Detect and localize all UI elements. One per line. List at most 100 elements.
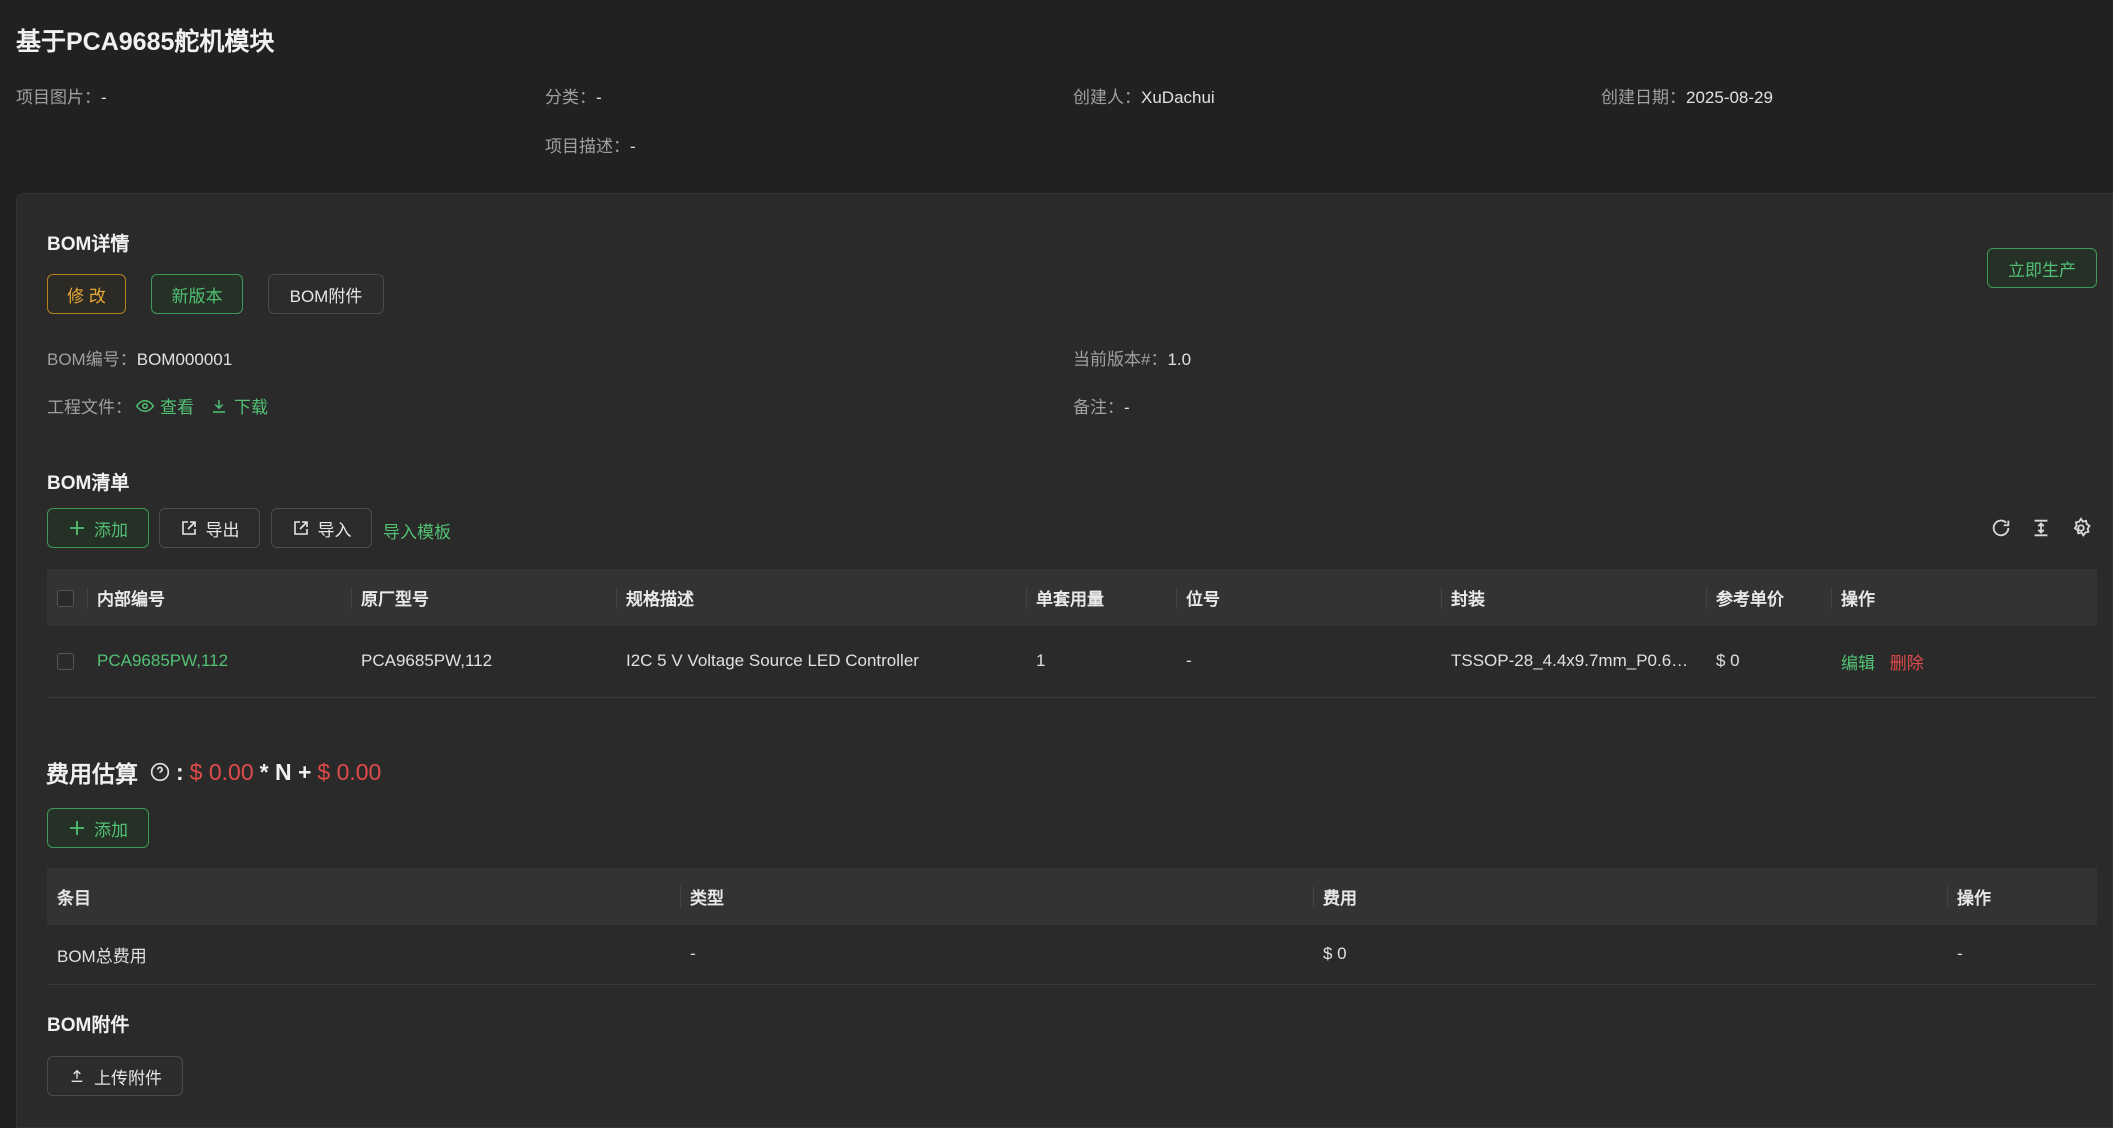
plus-icon [68,519,86,537]
fee-table: 条目 类型 费用 操作 BOM总费用 - $ 0 - [47,868,2097,985]
bom-list-table: 内部编号 原厂型号 规格描述 单套用量 位号 封装 参考单价 操作 PCA968… [47,569,2097,698]
project-desc-field: 项目描述：- [545,132,636,157]
new-version-button[interactable]: 新版本 [151,274,243,314]
select-all-cell [47,569,87,626]
project-files-label: 工程文件： [47,398,132,417]
upload-label: 上传附件 [94,1068,162,1088]
help-icon[interactable] [150,762,170,782]
col-qty: 单套用量 [1026,569,1176,626]
import-button[interactable]: 导入 [271,508,372,548]
fixed-cost-value: $ 0.00 [317,758,382,785]
bom-code-label: BOM编号： [47,350,137,369]
times-n-label: * N + [259,758,312,785]
created-date-value: 2025-08-29 [1686,88,1773,107]
price-cell: $ 0 [1706,626,1831,698]
eye-icon [136,399,154,412]
page-title: 基于PCA9685舵机模块 [16,28,275,56]
edit-button[interactable]: 修 改 [47,274,126,314]
remark-field: 备注：- [1073,393,1130,418]
col-item: 条目 [47,868,680,925]
add-fee-label: 添加 [94,820,128,840]
col-package: 封装 [1441,569,1706,626]
download-file-link[interactable]: 下载 [210,393,268,418]
refresh-icon[interactable] [1990,517,2012,539]
project-image-label: 项目图片： [16,88,101,107]
version-value: 1.0 [1167,350,1192,369]
fee-estimate-title: 费用估算 : $ 0.00 * N + $ 0.00 [46,755,381,789]
select-all-checkbox[interactable] [57,589,74,607]
created-date-label: 创建日期： [1601,88,1686,107]
creator-value: XuDachui [1141,88,1215,107]
col-cost: 费用 [1313,868,1947,925]
fee-colon: : [176,758,184,785]
bom-code-value: BOM000001 [136,350,233,369]
export-label: 导出 [205,520,240,540]
table-row: PCA9685PW,112 PCA9685PW,112 I2C 5 V Volt… [47,626,2097,698]
bom-list-title: BOM清单 [47,473,130,494]
package-cell: TSSOP-28_4.4x9.7mm_P0.65mm [1441,626,1706,698]
export-icon [180,519,198,537]
col-spec: 规格描述 [616,569,1026,626]
creator-field: 创建人：XuDachui [1073,83,1215,108]
view-file-link[interactable]: 查看 [136,393,194,418]
col-actions: 操作 [1831,569,2097,626]
col-mfr-part: 原厂型号 [351,569,616,626]
project-desc-value: - [630,137,636,156]
table-row: BOM总费用 - $ 0 - [47,925,2097,985]
project-image-field: 项目图片：- [16,83,107,108]
add-label: 添加 [94,520,128,540]
ref-cell: - [1176,626,1441,698]
upload-attachment-button[interactable]: 上传附件 [47,1056,183,1096]
mfr-part-cell: PCA9685PW,112 [351,626,616,698]
fee-header-row: 条目 类型 费用 操作 [47,868,2097,925]
fee-title-label: 费用估算 [46,761,138,787]
fee-op-cell: - [1947,925,2097,985]
download-icon [213,399,225,413]
bom-attachment-button[interactable]: BOM附件 [268,274,384,314]
fee-type-cell: - [680,925,1313,985]
add-bom-item-button[interactable]: 添加 [47,508,149,548]
row-checkbox[interactable] [57,653,74,671]
settings-icon[interactable] [2070,517,2092,539]
qty-cell: 1 [1026,626,1176,698]
import-icon [292,519,310,537]
table-header-row: 内部编号 原厂型号 规格描述 单套用量 位号 封装 参考单价 操作 [47,569,2097,626]
import-label: 导入 [317,520,352,540]
view-label: 查看 [160,398,194,417]
category-label: 分类： [545,88,596,107]
fee-cost-cell: $ 0 [1313,925,1947,985]
bom-code-field: BOM编号：BOM000001 [47,345,232,370]
internal-no-link[interactable]: PCA9685PW,112 [87,626,351,698]
fee-item-cell: BOM总费用 [47,925,680,985]
col-internal-no: 内部编号 [87,569,351,626]
produce-now-button[interactable]: 立即生产 [1987,248,2097,288]
category-value: - [596,88,602,107]
col-price: 参考单价 [1706,569,1831,626]
row-select-cell [47,626,87,698]
export-button[interactable]: 导出 [159,508,260,548]
delete-row-link[interactable]: 删除 [1890,654,1924,673]
remark-label: 备注： [1073,398,1124,417]
attachments-title: BOM附件 [47,1015,130,1036]
col-type: 类型 [680,868,1313,925]
remark-value: - [1124,398,1130,417]
col-ref: 位号 [1176,569,1441,626]
add-fee-button[interactable]: 添加 [47,808,149,848]
plus-icon [68,819,86,837]
project-image-value: - [101,88,107,107]
edit-row-link[interactable]: 编辑 [1841,654,1875,673]
upload-icon [68,1067,86,1085]
spec-cell: I2C 5 V Voltage Source LED Controller [616,626,1026,698]
version-label: 当前版本#： [1073,350,1168,369]
density-icon[interactable] [2030,517,2052,539]
version-field: 当前版本#：1.0 [1073,345,1191,370]
category-field: 分类：- [545,83,602,108]
unit-cost-value: $ 0.00 [189,758,254,785]
creator-label: 创建人： [1073,88,1141,107]
actions-cell: 编辑 删除 [1831,626,2097,698]
col-fee-actions: 操作 [1947,868,2097,925]
import-template-link[interactable]: 导入模板 [383,518,451,543]
bom-detail-title: BOM详情 [47,234,130,255]
project-files-field: 工程文件： 查看 下载 [47,393,268,418]
project-desc-label: 项目描述： [545,137,630,156]
